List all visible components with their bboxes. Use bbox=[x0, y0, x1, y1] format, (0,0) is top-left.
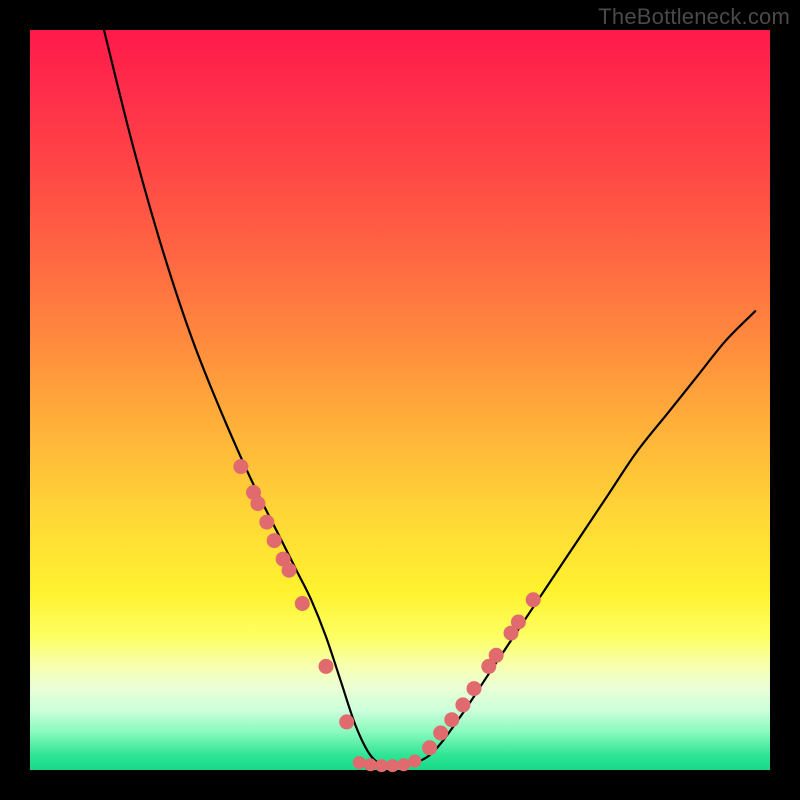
data-dot bbox=[260, 515, 274, 529]
data-dot bbox=[409, 755, 421, 767]
plot-area bbox=[30, 30, 770, 770]
data-dots bbox=[234, 460, 540, 772]
data-dot bbox=[423, 741, 437, 755]
data-dot bbox=[434, 726, 448, 740]
chart-frame: TheBottleneck.com bbox=[0, 0, 800, 800]
data-dot bbox=[319, 659, 333, 673]
curve-svg bbox=[30, 30, 770, 770]
data-dot bbox=[445, 713, 459, 727]
data-dot bbox=[511, 615, 525, 629]
data-dot bbox=[376, 760, 388, 772]
data-dot bbox=[234, 460, 248, 474]
data-dot bbox=[340, 715, 354, 729]
data-dot bbox=[387, 760, 399, 772]
data-dot bbox=[364, 759, 376, 771]
data-dot bbox=[353, 757, 365, 769]
data-dot bbox=[489, 648, 503, 662]
data-dot bbox=[526, 593, 540, 607]
data-dot bbox=[467, 682, 481, 696]
watermark-text: TheBottleneck.com bbox=[598, 4, 790, 30]
data-dot bbox=[282, 563, 296, 577]
bottleneck-curve bbox=[104, 30, 755, 768]
data-dot bbox=[398, 759, 410, 771]
data-dot bbox=[295, 597, 309, 611]
data-dot bbox=[456, 698, 470, 712]
data-dot bbox=[251, 497, 265, 511]
data-dot bbox=[267, 534, 281, 548]
